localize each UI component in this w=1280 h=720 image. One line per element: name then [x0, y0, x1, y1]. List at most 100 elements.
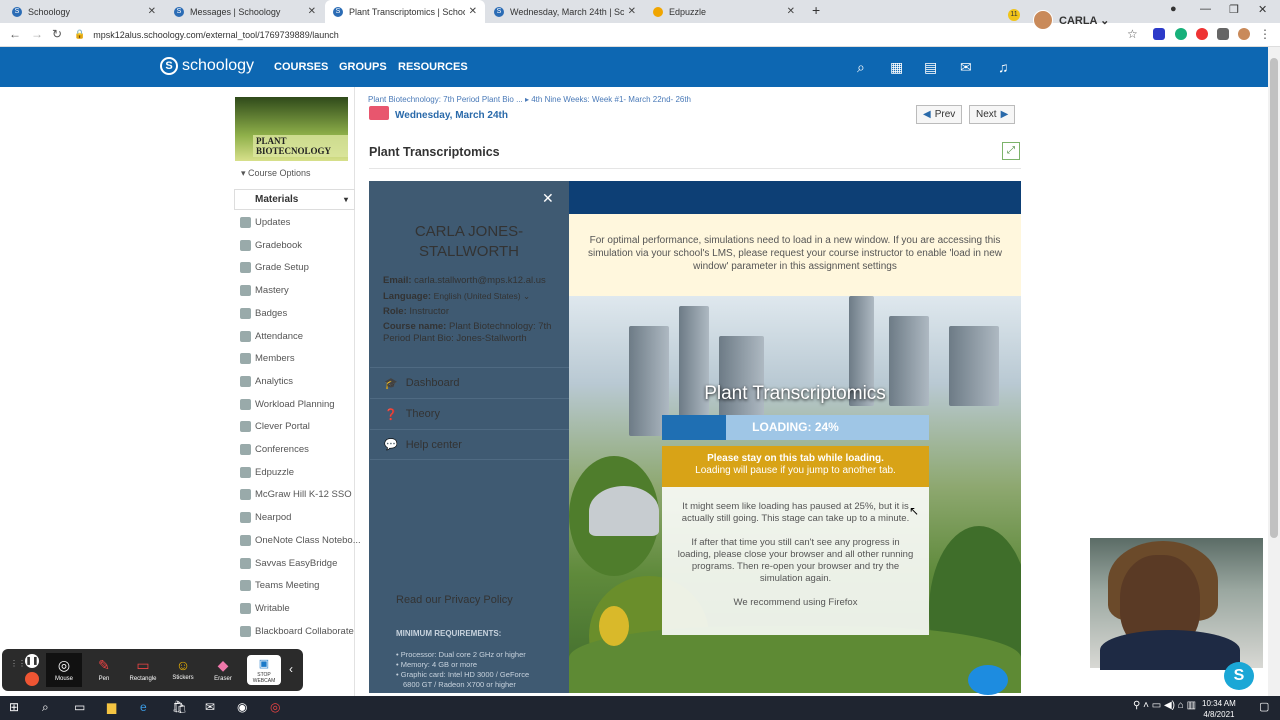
- restore-icon[interactable]: ❐: [1229, 3, 1239, 16]
- nav-groups[interactable]: GROUPS: [339, 61, 387, 73]
- extension-icon[interactable]: [1153, 28, 1165, 40]
- privacy-policy-link[interactable]: Read our Privacy Policy: [396, 594, 513, 606]
- sidebar-item-conferences[interactable]: Conferences: [240, 444, 309, 455]
- profile-icon[interactable]: [1238, 28, 1250, 40]
- sidebar-item-members[interactable]: Members: [240, 353, 295, 365]
- page-title: Plant Transcriptomics: [369, 145, 500, 159]
- sidebar-item-grade-setup[interactable]: Grade Setup: [240, 262, 309, 274]
- search-icon[interactable]: ⌕: [857, 59, 865, 76]
- pen-icon: ✎: [98, 657, 110, 673]
- tool-rectangle[interactable]: ▭ Rectangle: [125, 657, 161, 682]
- sidebar-item-edpuzzle[interactable]: Edpuzzle: [240, 466, 294, 478]
- bookmark-star-icon[interactable]: ☆: [1127, 27, 1138, 41]
- sidebar-item-blackboard-collaborate[interactable]: Blackboard Collaborate: [240, 625, 354, 637]
- sidebar-item-clever-portal[interactable]: Clever Portal: [240, 421, 310, 433]
- sidebar-item-analytics[interactable]: Analytics: [240, 375, 293, 387]
- tool-stickers[interactable]: ☺ Stickers: [165, 657, 201, 681]
- language-select[interactable]: Language: English (United States) ⌄: [383, 290, 563, 303]
- close-tab-icon[interactable]: ✕: [469, 6, 477, 17]
- schoology-help-icon[interactable]: S: [1224, 662, 1254, 690]
- user-menu[interactable]: CARLA ⌄: [1059, 14, 1109, 27]
- fullscreen-icon[interactable]: ⤢: [1002, 142, 1020, 160]
- reload-icon[interactable]: ↻: [52, 27, 62, 41]
- store-icon[interactable]: 🛍: [172, 700, 187, 714]
- sidebar-item-updates[interactable]: Updates: [240, 217, 290, 228]
- stop-webcam-button[interactable]: ▣ STOP WEBCAM: [247, 655, 281, 685]
- breadcrumb[interactable]: Plant Biotechnology: 7th Period Plant Bi…: [368, 95, 691, 104]
- sidebar-tool-icon: [240, 398, 251, 410]
- nav-help-center[interactable]: 💬 Help center: [370, 429, 569, 460]
- screen-recorder-toolbar: ⋮⋮ ❚❚ ◎ Mouse ✎ Pen ▭ Rectangle ☺ Stickers ◆…: [2, 649, 303, 691]
- folder-title[interactable]: Wednesday, March 24th: [395, 110, 508, 121]
- schoology-logo[interactable]: Sschoology: [160, 57, 254, 75]
- close-tab-icon[interactable]: ✕: [787, 6, 795, 17]
- stop-record-icon[interactable]: [25, 672, 39, 686]
- pause-icon[interactable]: ❚❚: [25, 654, 39, 668]
- drag-handle-icon[interactable]: ⋮⋮: [10, 659, 26, 668]
- scrollbar-thumb[interactable]: [1270, 58, 1278, 538]
- forward-icon[interactable]: →: [31, 27, 43, 41]
- nav-courses[interactable]: COURSES: [274, 61, 328, 73]
- sidebar-item-gradebook[interactable]: Gradebook: [240, 239, 302, 251]
- next-button[interactable]: Next ▶: [969, 105, 1016, 124]
- close-icon[interactable]: ✕: [542, 190, 554, 207]
- sidebar-tool-icon: [240, 353, 251, 365]
- minimize-icon[interactable]: —: [1200, 3, 1211, 15]
- browser-tab-active[interactable]: SPlant Transcriptomics | Schoology✕: [325, 0, 485, 23]
- nav-dashboard[interactable]: 🎓 Dashboard: [370, 367, 569, 398]
- tool-eraser[interactable]: ◆ Eraser: [205, 657, 241, 682]
- chat-launcher-icon[interactable]: [968, 665, 1008, 695]
- tool-pen[interactable]: ✎ Pen: [86, 657, 122, 682]
- course-options-toggle[interactable]: ▾ Course Options: [241, 168, 311, 179]
- mail-icon[interactable]: ✉: [205, 700, 215, 714]
- task-view-icon[interactable]: ▭: [74, 700, 85, 714]
- collapse-chevron-icon[interactable]: ‹: [289, 662, 293, 676]
- sidebar-item-savvas-easybridge[interactable]: Savvas EasyBridge: [240, 557, 337, 569]
- search-icon[interactable]: ⌕: [42, 700, 49, 715]
- notifications-bell-icon[interactable]: ♫: [998, 59, 1009, 75]
- new-tab-icon[interactable]: +: [812, 2, 820, 18]
- sidebar-item-attendance[interactable]: Attendance: [240, 330, 303, 342]
- browser-tab[interactable]: SWednesday, March 24th | Schoo✕: [486, 0, 644, 23]
- sidebar-item-mcgraw-hill-k-12-sso[interactable]: McGraw Hill K-12 SSO: [240, 489, 352, 501]
- sidebar-item-workload-planning[interactable]: Workload Planning: [240, 398, 335, 410]
- browser-menu-icon[interactable]: ⋮: [1259, 27, 1271, 41]
- chrome-icon[interactable]: ◎: [270, 700, 280, 714]
- puzzle-icon[interactable]: [1217, 28, 1229, 40]
- browser-tab[interactable]: S Messages | Schoology ✕: [166, 0, 324, 23]
- tab-search-icon[interactable]: ●: [1170, 3, 1177, 15]
- prev-button[interactable]: ◀ Prev: [916, 105, 963, 124]
- apps-grid-icon[interactable]: ▦: [890, 59, 903, 76]
- close-tab-icon[interactable]: ✕: [308, 6, 316, 17]
- calendar-icon[interactable]: ▤: [924, 59, 937, 76]
- nav-resources[interactable]: RESOURCES: [398, 61, 468, 73]
- nav-theory[interactable]: ❓ Theory: [370, 398, 569, 429]
- sidebar-item-teams-meeting[interactable]: Teams Meeting: [240, 580, 319, 592]
- windows-start-icon[interactable]: ⊞: [9, 700, 19, 714]
- system-tray-icons[interactable]: ⚲ ˄ ▭ ◀) ⌂ ▥: [1133, 700, 1196, 711]
- messages-icon[interactable]: ✉: [960, 59, 972, 76]
- close-tab-icon[interactable]: ✕: [148, 6, 156, 17]
- close-tab-icon[interactable]: ✕: [628, 6, 636, 17]
- file-explorer-icon[interactable]: ▆: [107, 700, 116, 714]
- requirement-item: 6800 GT / Radeon X700 or higher: [403, 680, 516, 689]
- sidebar-item-badges[interactable]: Badges: [240, 307, 287, 319]
- record-extension-icon[interactable]: [1196, 28, 1208, 40]
- close-window-icon[interactable]: ✕: [1258, 3, 1267, 16]
- sidebar-item-onenote-class-notebo[interactable]: OneNote Class Notebo...: [240, 534, 361, 546]
- avatar[interactable]: [1033, 10, 1053, 30]
- app-icon[interactable]: ◉: [237, 700, 247, 714]
- sidebar-item-mastery[interactable]: Mastery: [240, 285, 289, 297]
- sidebar-item-materials[interactable]: Materials ▾: [234, 189, 355, 210]
- back-icon[interactable]: ←: [9, 27, 21, 41]
- sidebar-item-writable[interactable]: Writable: [240, 602, 290, 614]
- url-field[interactable]: 🔒 mpsk12alus.schoology.com/external_tool/…: [74, 25, 1144, 44]
- taskbar-clock[interactable]: 10:34 AM 4/8/2021: [1202, 696, 1236, 720]
- tool-mouse[interactable]: ◎ Mouse: [46, 653, 82, 687]
- grammarly-icon[interactable]: [1175, 28, 1187, 40]
- notification-center-icon[interactable]: ▢: [1259, 700, 1269, 713]
- edge-icon[interactable]: e: [140, 700, 147, 714]
- sidebar-item-nearpod[interactable]: Nearpod: [240, 512, 291, 524]
- browser-tab[interactable]: Edpuzzle ✕: [645, 0, 803, 23]
- browser-tab[interactable]: S Schoology ✕: [4, 0, 164, 23]
